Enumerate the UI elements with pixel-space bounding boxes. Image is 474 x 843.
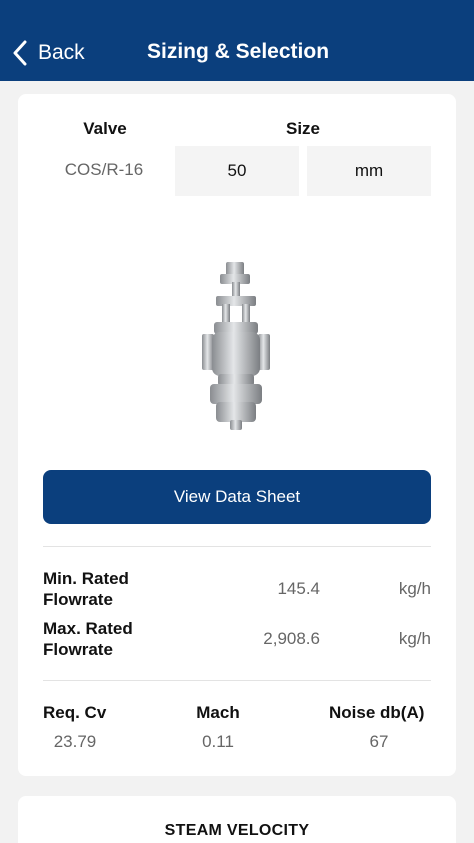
req-cv-label: Req. Cv xyxy=(43,703,107,722)
min-flowrate-unit: kg/h xyxy=(398,579,431,598)
min-flowrate-value: 145.4 xyxy=(277,579,320,598)
mach-value: 0.11 xyxy=(202,732,234,751)
divider xyxy=(43,680,431,681)
min-flowrate-label: Min. Rated Flowrate xyxy=(43,569,129,609)
chevron-left-icon xyxy=(13,40,27,66)
size-unit-selector[interactable]: mm xyxy=(307,146,431,196)
nav-bar: Back Sizing & Selection xyxy=(0,0,474,81)
noise-value: 67 xyxy=(369,732,389,751)
mach-label: Mach xyxy=(196,703,240,722)
steam-velocity-card: STEAM VELOCITY xyxy=(18,796,456,843)
valve-model: COS/R-16 xyxy=(64,160,144,179)
page-title-text: Sizing & Selection xyxy=(147,40,330,63)
back-label: Back xyxy=(38,41,85,64)
divider xyxy=(43,546,431,547)
steam-velocity-title: STEAM VELOCITY xyxy=(164,822,310,839)
size-value-field[interactable]: 50 xyxy=(175,146,299,196)
back-button[interactable]: Back xyxy=(12,38,85,68)
noise-label: Noise db(A) xyxy=(329,703,425,722)
max-flowrate-unit: kg/h xyxy=(398,629,431,648)
size-header: Size xyxy=(285,119,321,138)
valve-image xyxy=(202,262,270,430)
valve-header: Valve xyxy=(83,119,127,138)
req-cv-value: 23.79 xyxy=(53,732,97,751)
max-flowrate-value: 2,908.6 xyxy=(263,629,320,648)
view-data-sheet-button[interactable]: View Data Sheet xyxy=(43,470,431,524)
max-flowrate-label: Max. Rated Flowrate xyxy=(43,619,133,659)
